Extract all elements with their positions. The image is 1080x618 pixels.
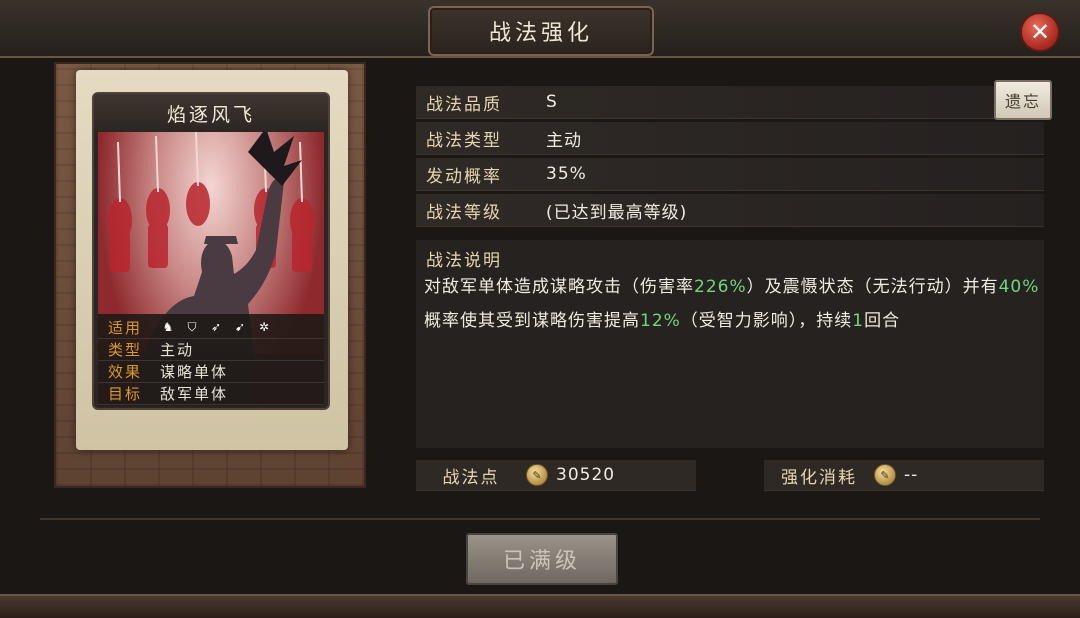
info-row-effect: 效果 谋略单体 bbox=[98, 360, 324, 383]
skill-card: 焰逐风飞 适用 ♞ ⛉ ➶ ➹ ✲ 类型 主动 效果 谋略单体 目标 敌军单体 bbox=[92, 92, 330, 410]
spear-icon: ➹ bbox=[234, 320, 246, 334]
forget-button[interactable]: 遗忘 bbox=[994, 80, 1052, 120]
skill-point-icon: ✎ bbox=[874, 464, 896, 486]
close-icon[interactable]: ✕ bbox=[1020, 12, 1060, 52]
window-title: 战法强化 bbox=[428, 6, 654, 56]
row-rate: 发动概率 35% bbox=[416, 158, 1044, 191]
description-title: 战法说明 bbox=[426, 251, 502, 271]
max-level-button: 已满级 bbox=[466, 533, 618, 585]
bow-icon: ➶ bbox=[210, 320, 222, 334]
description-panel: 战法说明 对敌军单体造成谋略攻击（伤害率226%）及震慑状态（无法行动）并有40… bbox=[416, 240, 1044, 448]
skill-point-icon: ✎ bbox=[526, 464, 548, 486]
cavalry-icon: ♞ bbox=[162, 320, 174, 334]
row-level: 战法等级 (已达到最高等级) bbox=[416, 194, 1044, 227]
skill-card-info: 适用 ♞ ⛉ ➶ ➹ ✲ 类型 主动 效果 谋略单体 目标 敌军单体 bbox=[98, 314, 324, 406]
info-row-applicable: 适用 ♞ ⛉ ➶ ➹ ✲ bbox=[98, 316, 324, 339]
skill-card-name: 焰逐风飞 bbox=[94, 94, 328, 132]
skill-points-row: 战法点 ✎ 30520 bbox=[416, 460, 696, 491]
bottom-border bbox=[0, 594, 1080, 618]
row-type: 战法类型 主动 bbox=[416, 122, 1044, 155]
shield-icon: ⛉ bbox=[187, 319, 197, 334]
info-row-target: 目标 敌军单体 bbox=[98, 382, 324, 405]
info-row-type: 类型 主动 bbox=[98, 338, 324, 361]
description-text: 对敌军单体造成谋略攻击（伤害率226%）及震慑状态（无法行动）并有40%概率使其… bbox=[424, 277, 1040, 331]
divider bbox=[40, 518, 1040, 520]
row-quality: 战法品质 S bbox=[416, 86, 1044, 119]
upgrade-cost-row: 强化消耗 ✎ -- bbox=[764, 460, 1044, 491]
wheel-icon: ✲ bbox=[258, 320, 270, 334]
